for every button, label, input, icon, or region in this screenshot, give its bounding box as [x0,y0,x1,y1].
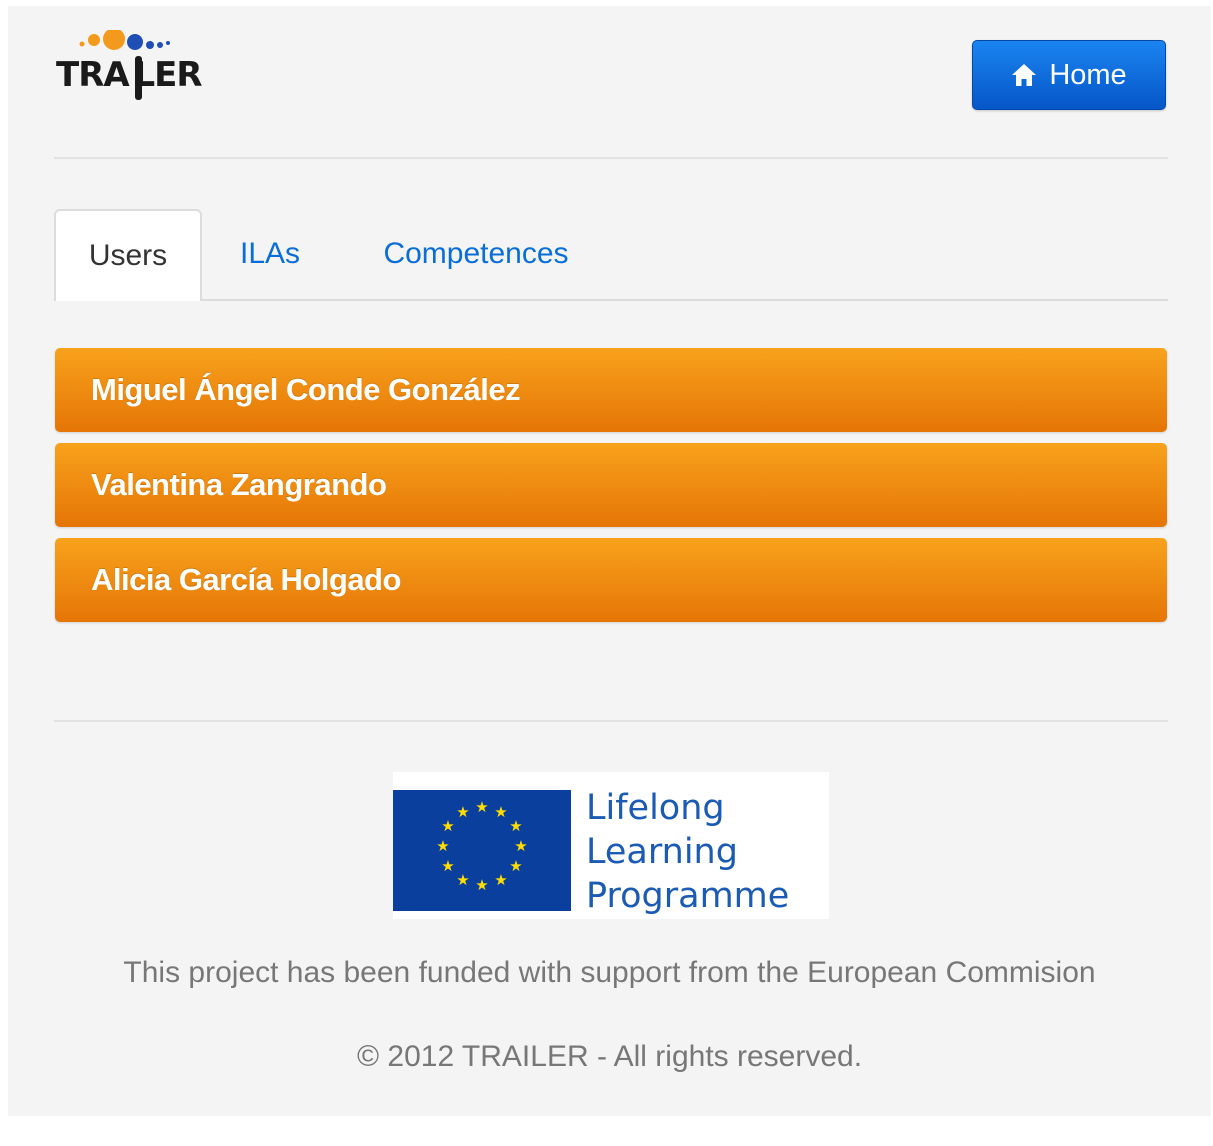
svg-text:★: ★ [441,857,454,875]
page: TRA LER Home Users ILAs Competences Migu… [8,6,1211,1116]
user-list: Miguel Ángel Conde González Valentina Za… [55,348,1167,633]
svg-text:★: ★ [436,837,449,855]
user-name: Alicia García Holgado [91,562,401,597]
svg-text:★: ★ [475,798,488,816]
header-divider [54,157,1168,159]
svg-text:★: ★ [456,803,469,821]
eu-program-line: Learning [586,832,738,872]
home-button-label: Home [1049,58,1127,91]
svg-text:★: ★ [494,871,507,889]
funding-notice: This project has been funded with suppor… [123,956,1096,989]
tab-ilas[interactable]: ILAs [214,209,326,299]
eu-program-name: Lifelong Learning Programme [586,786,789,918]
svg-text:★: ★ [475,876,488,894]
eu-program-line: Lifelong [586,788,725,828]
svg-text:★: ★ [456,871,469,889]
svg-text:★: ★ [509,857,522,875]
home-icon [1012,64,1037,86]
tab-competences[interactable]: Competences [350,209,602,299]
home-button[interactable]: Home [972,40,1166,110]
eu-program-line: Programme [586,876,790,916]
tab-ilas-label: ILAs [239,237,301,270]
svg-text:★: ★ [441,817,454,835]
eu-flag-icon: ★ ★ ★ ★ ★ ★ ★ ★ ★ ★ ★ ★ [393,790,571,911]
user-name: Valentina Zangrando [91,467,387,502]
list-item[interactable]: Miguel Ángel Conde González [55,348,1167,432]
tab-users-label: Users [88,239,168,272]
logo-wordmark: TRA LER [56,55,203,95]
copyright-notice: © 2012 TRAILER - All rights reserved. [356,1040,863,1073]
eu-lifelong-learning-logo: ★ ★ ★ ★ ★ ★ ★ ★ ★ ★ ★ ★ Lifelong Learnin… [393,772,829,919]
user-name: Miguel Ángel Conde González [91,372,521,407]
svg-text:★: ★ [514,837,527,855]
tab-users[interactable]: Users [54,209,202,301]
footer-divider [54,720,1168,722]
header: TRA LER Home [54,30,1168,118]
list-item[interactable]: Alicia García Holgado [55,538,1167,622]
trailer-logo[interactable]: TRA LER [54,30,244,110]
tab-competences-label: Competences [383,237,569,270]
list-item[interactable]: Valentina Zangrando [55,443,1167,527]
tab-bar: Users ILAs Competences [54,209,1168,301]
svg-text:★: ★ [494,803,507,821]
svg-text:★: ★ [509,817,522,835]
